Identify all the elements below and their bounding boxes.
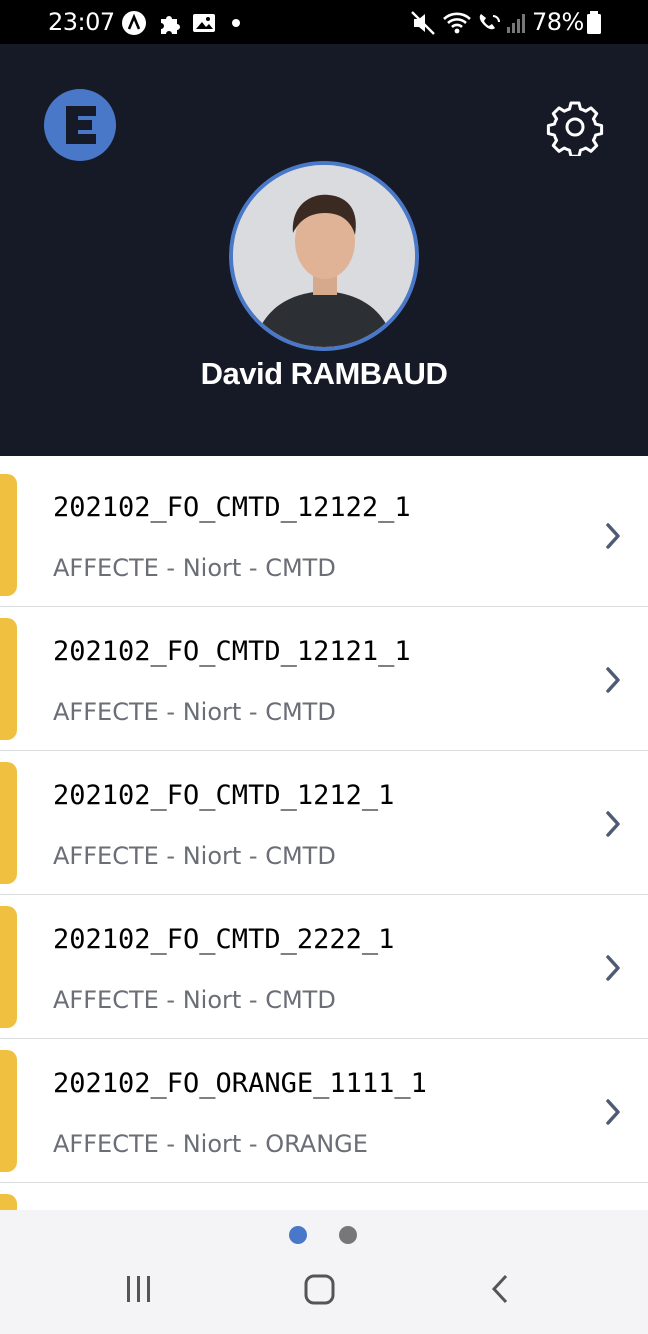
settings-button[interactable] <box>546 98 604 158</box>
status-time: 23:07 <box>48 8 115 36</box>
signal-icon <box>507 14 525 33</box>
chevron-right-icon <box>606 523 620 549</box>
list-item-title: 202102_FO_CMTD_12122_1 <box>53 492 411 523</box>
list-item[interactable]: 202102_FO_CMTD_1212_1 AFFECTE - Niort - C… <box>0 752 648 895</box>
wifi-icon <box>443 12 471 34</box>
list-item-subtitle: AFFECTE - Niort - CMTD <box>53 554 336 582</box>
status-indicator <box>0 762 17 884</box>
logo-icon <box>66 106 96 144</box>
assignment-list: 202102_FO_CMTD_12122_1 AFFECTE - Niort - … <box>0 456 648 1210</box>
chevron-right-icon <box>606 811 620 837</box>
user-name: David RAMBAUD <box>200 356 448 391</box>
app-logo[interactable] <box>44 89 116 161</box>
back-icon[interactable] <box>488 1272 514 1306</box>
chevron-right-icon <box>606 1099 620 1125</box>
list-item-subtitle: AFFECTE - Niort - CMTD <box>53 698 336 726</box>
avatar-ring[interactable] <box>229 161 419 351</box>
list-item-partial[interactable] <box>0 1184 648 1210</box>
status-indicator <box>0 618 17 740</box>
list-item-title: 202102_FO_CMTD_12121_1 <box>53 636 411 667</box>
list-item-subtitle: AFFECTE - Niort - CMTD <box>53 842 336 870</box>
list-item[interactable]: 202102_FO_ORANGE_1111_1 AFFECTE - Niort -… <box>0 1040 648 1183</box>
list-item-subtitle: AFFECTE - Niort - CMTD <box>53 986 336 1014</box>
list-item[interactable]: 202102_FO_CMTD_12121_1 AFFECTE - Niort - … <box>0 608 648 751</box>
status-indicator <box>0 1194 17 1210</box>
image-icon <box>193 14 215 32</box>
recents-icon[interactable] <box>122 1272 156 1306</box>
list-item[interactable]: 202102_FO_CMTD_2222_1 AFFECTE - Niort - C… <box>0 896 648 1039</box>
wifi-calling-icon <box>479 14 500 30</box>
status-indicator <box>0 906 17 1028</box>
battery-icon <box>587 11 601 34</box>
list-item-subtitle: AFFECTE - Niort - ORANGE <box>53 1130 368 1158</box>
status-indicator <box>0 474 17 596</box>
status-bar: 23:07 78% <box>0 0 648 44</box>
battery-percentage: 78% <box>532 8 584 36</box>
list-item[interactable]: 202102_FO_CMTD_12122_1 AFFECTE - Niort - … <box>0 464 648 607</box>
app-notification-icon <box>122 11 146 35</box>
status-indicator <box>0 1050 17 1172</box>
list-item-title: 202102_FO_CMTD_2222_1 <box>53 924 395 955</box>
bottom-navigation <box>0 1210 648 1334</box>
chevron-right-icon <box>606 955 620 981</box>
gear-icon <box>546 101 604 158</box>
avatar-image <box>233 165 415 347</box>
page-indicator[interactable] <box>339 1226 357 1244</box>
avatar <box>233 165 415 347</box>
page-indicator-active[interactable] <box>289 1226 307 1244</box>
mute-icon <box>411 11 435 35</box>
home-icon[interactable] <box>302 1272 338 1308</box>
list-item-title: 202102_FO_ORANGE_1111_1 <box>53 1068 427 1099</box>
puzzle-icon <box>161 16 180 34</box>
chevron-right-icon <box>606 667 620 693</box>
list-item-title: 202102_FO_CMTD_1212_1 <box>53 780 395 811</box>
more-notifications-icon <box>232 19 240 27</box>
